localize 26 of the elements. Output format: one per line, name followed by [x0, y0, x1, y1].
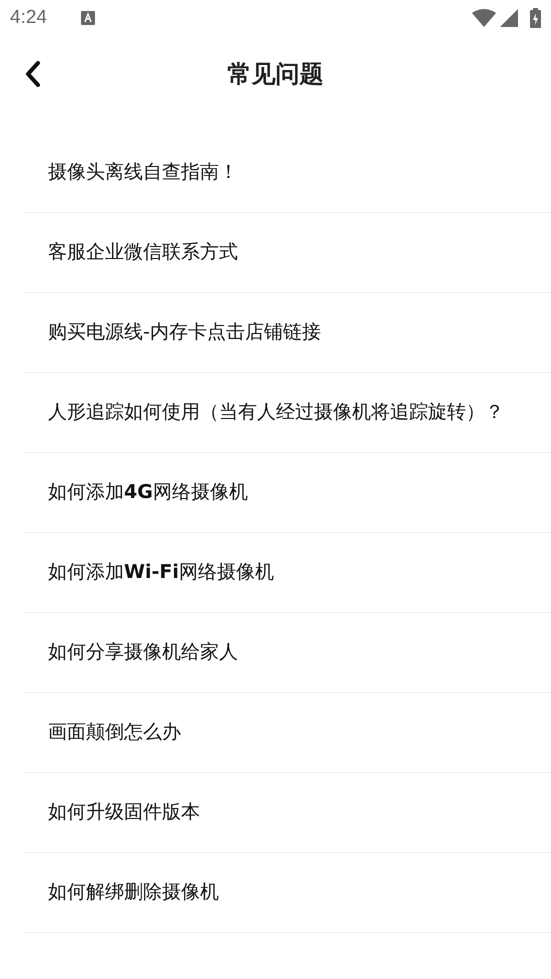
- faq-item[interactable]: 画面颠倒怎么办: [26, 693, 551, 773]
- faq-item[interactable]: 客服企业微信联系方式: [26, 213, 551, 293]
- faq-title: 画面颠倒怎么办: [48, 720, 181, 745]
- faq-title: 购买电源线-内存卡点击店铺链接: [48, 320, 321, 345]
- faq-title: 摄像头离线自查指南！: [48, 160, 238, 185]
- faq-item[interactable]: 如何分享摄像机给家人: [26, 613, 551, 693]
- faq-item[interactable]: 如何添加Wi-Fi网络摄像机: [26, 533, 551, 613]
- keyboard-notification-icon: [80, 11, 95, 25]
- faq-item[interactable]: 摄像头离线自查指南！: [26, 133, 551, 213]
- faq-title: 人形追踪如何使用（当有人经过摄像机将追踪旋转）？: [48, 400, 504, 425]
- faq-title: 如何升级固件版本: [48, 800, 200, 825]
- faq-title: 如何添加Wi-Fi网络摄像机: [48, 560, 274, 585]
- faq-item[interactable]: 人形追踪如何使用（当有人经过摄像机将追踪旋转）？: [26, 373, 551, 453]
- signal-icon: [500, 9, 518, 27]
- faq-title: 客服企业微信联系方式: [48, 240, 238, 265]
- faq-title: 如何解绑删除摄像机: [48, 880, 219, 905]
- faq-item[interactable]: 购买电源线-内存卡点击店铺链接: [26, 293, 551, 373]
- status-time: 4:24: [10, 6, 47, 30]
- wifi-icon: [472, 9, 496, 27]
- faq-title: 如何分享摄像机给家人: [48, 640, 238, 665]
- faq-item[interactable]: 如何升级固件版本: [26, 773, 551, 853]
- faq-item[interactable]: 如何解绑删除摄像机: [26, 853, 551, 933]
- faq-title: 如何添加4G网络摄像机: [48, 480, 248, 505]
- page-title: 常见问题: [228, 59, 324, 90]
- faq-item[interactable]: 如何添加4G网络摄像机: [26, 453, 551, 533]
- battery-icon: [530, 8, 541, 28]
